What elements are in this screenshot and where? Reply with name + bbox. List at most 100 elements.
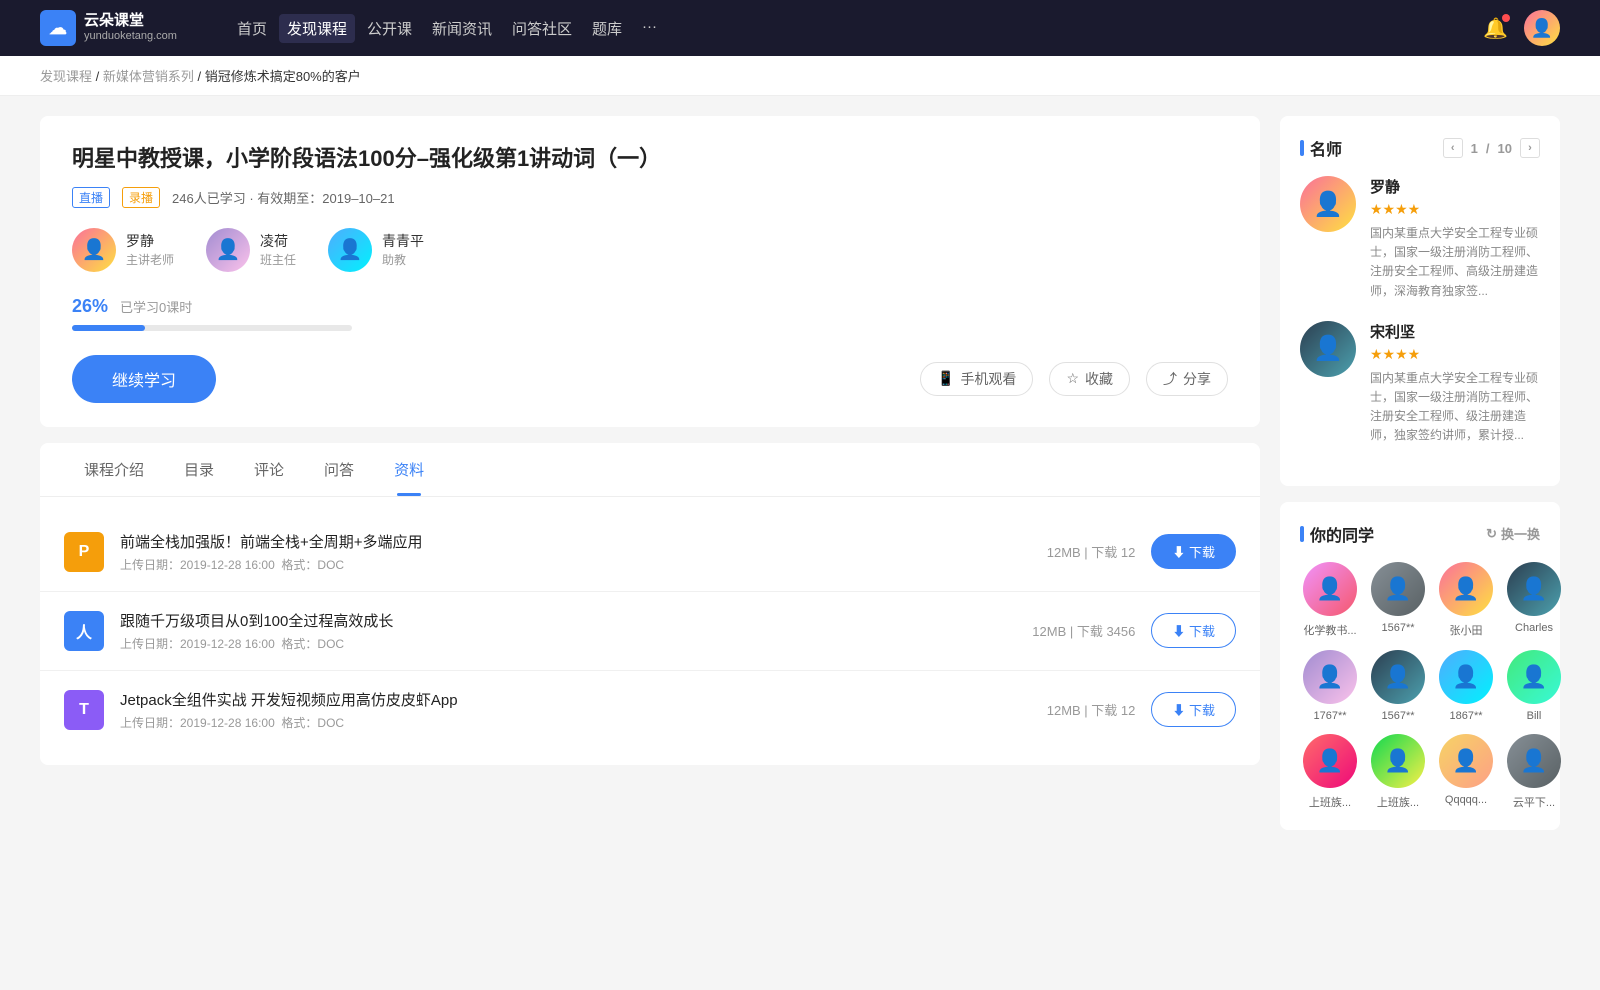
tab-评论[interactable]: 评论 (234, 443, 304, 496)
progress-label: 26% 已学习0课时 (72, 296, 1228, 317)
progress-bar-fill (72, 325, 145, 331)
classmate-item-0[interactable]: 👤 化学教书... (1300, 562, 1360, 638)
next-page-button[interactable]: › (1520, 138, 1540, 158)
sidebar-teacher-name-1: 宋利坚 (1370, 321, 1540, 342)
teacher-role-0: 主讲老师 (126, 251, 174, 268)
share-button[interactable]: ⤴ 分享 (1146, 362, 1228, 396)
classmate-item-8[interactable]: 👤 上班族... (1300, 734, 1360, 810)
nav-item-新闻资讯[interactable]: 新闻资讯 (424, 14, 500, 43)
classmate-item-3[interactable]: 👤 Charles (1504, 562, 1564, 638)
download-button-1[interactable]: ⬇ 下载 (1151, 613, 1236, 648)
refresh-button[interactable]: ↻ 换一换 (1486, 524, 1540, 543)
classmate-item-2[interactable]: 👤 张小田 (1436, 562, 1496, 638)
nav-item-···[interactable]: ··· (634, 14, 665, 43)
file-stats-2: 12MB | 下载 12 (1047, 700, 1136, 719)
sidebar-teacher-avatar-1: 👤 (1300, 321, 1356, 377)
file-icon-2: T (64, 690, 104, 730)
main-container: 明星中教授课，小学阶段语法100分–强化级第1讲动词（一） 直播 录播 246人… (0, 96, 1600, 866)
tabs-header: 课程介绍目录评论问答资料 (40, 443, 1260, 497)
classmate-name-0: 化学教书... (1300, 622, 1360, 638)
classmate-item-5[interactable]: 👤 1567** (1368, 650, 1428, 722)
file-meta-1: 上传日期：2019-12-28 16:00 格式：DOC (120, 635, 1016, 652)
breadcrumb-link-0[interactable]: 发现课程 (40, 69, 92, 84)
classmate-item-9[interactable]: 👤 上班族... (1368, 734, 1428, 810)
teachers-list: 👤 罗静 主讲老师 👤 凌荷 班主任 👤 青青平 助教 (72, 228, 1228, 272)
nav-item-发现课程[interactable]: 发现课程 (279, 14, 355, 43)
logo[interactable]: ☁ 云朵课堂 yunduoketang.com (40, 10, 177, 46)
classmate-item-11[interactable]: 👤 云平下... (1504, 734, 1564, 810)
tab-目录[interactable]: 目录 (164, 443, 234, 496)
progress-section: 26% 已学习0课时 (72, 296, 1228, 331)
user-avatar[interactable]: 👤 (1524, 10, 1560, 46)
classmate-avatar-6: 👤 (1439, 650, 1493, 704)
tabs-card: 课程介绍目录评论问答资料 P 前端全栈加强版！前端全栈+全周期+多端应用 上传日… (40, 443, 1260, 765)
download-button-0[interactable]: ⬇ 下载 (1151, 534, 1236, 569)
classmate-item-6[interactable]: 👤 1867** (1436, 650, 1496, 722)
sidebar-teacher-stars-1: ★★★★ (1370, 346, 1540, 363)
mobile-watch-button[interactable]: 📱 手机观看 (920, 362, 1033, 396)
classmate-avatar-4: 👤 (1303, 650, 1357, 704)
file-item-1: 人 跟随千万级项目从0到100全过程高效成长 上传日期：2019-12-28 1… (40, 592, 1260, 671)
file-info-1: 跟随千万级项目从0到100全过程高效成长 上传日期：2019-12-28 16:… (120, 610, 1016, 652)
classmate-name-1: 1567** (1368, 622, 1428, 634)
sidebar-teacher-item-1: 👤 宋利坚 ★★★★ 国内某重点大学安全工程专业硕士，国家一级注册消防工程师、注… (1300, 321, 1540, 446)
badge-record: 录播 (122, 187, 160, 208)
classmate-name-8: 上班族... (1300, 794, 1360, 810)
teacher-item-2: 👤 青青平 助教 (328, 228, 424, 272)
file-name-0: 前端全栈加强版！前端全栈+全周期+多端应用 (120, 531, 1031, 552)
nav-item-公开课[interactable]: 公开课 (359, 14, 420, 43)
download-button-2[interactable]: ⬇ 下载 (1151, 692, 1236, 727)
classmate-item-7[interactable]: 👤 Bill (1504, 650, 1564, 722)
tab-问答[interactable]: 问答 (304, 443, 374, 496)
tab-课程介绍[interactable]: 课程介绍 (64, 443, 164, 496)
breadcrumb-separator: / (92, 69, 103, 84)
prev-page-button[interactable]: ‹ (1443, 138, 1463, 158)
breadcrumb: 发现课程 / 新媒体营销系列 / 销冠修炼术搞定80%的客户 (0, 56, 1600, 96)
classmate-avatar-11: 👤 (1507, 734, 1561, 788)
nav-item-首页[interactable]: 首页 (229, 14, 275, 43)
refresh-classmates: ↻ 换一换 (1486, 524, 1540, 543)
classmate-item-4[interactable]: 👤 1767** (1300, 650, 1360, 722)
action-buttons: 📱 手机观看 ☆ 收藏 ⤴ 分享 (920, 362, 1228, 396)
classmate-item-1[interactable]: 👤 1567** (1368, 562, 1428, 638)
sidebar-teacher-stars-0: ★★★★ (1370, 201, 1540, 218)
course-meta: 直播 录播 246人已学习 · 有效期至：2019–10–21 (72, 187, 1228, 208)
teacher-role-1: 班主任 (260, 251, 296, 268)
progress-sub: 已学习0课时 (120, 297, 192, 316)
mobile-icon: 📱 (937, 370, 954, 387)
breadcrumb-separator: / (194, 69, 205, 84)
notification-bell[interactable]: 🔔 (1483, 16, 1508, 41)
file-name-2: Jetpack全组件实战 开发短视频应用高仿皮皮虾App (120, 689, 1031, 710)
teacher-info-0: 罗静 主讲老师 (126, 231, 174, 268)
teacher-role-2: 助教 (382, 251, 424, 268)
progress-bar-bg (72, 325, 352, 331)
badge-live: 直播 (72, 187, 110, 208)
classmate-item-10[interactable]: 👤 Qqqqq... (1436, 734, 1496, 810)
file-icon-1: 人 (64, 611, 104, 651)
classmate-name-10: Qqqqq... (1436, 794, 1496, 806)
breadcrumb-link-1[interactable]: 新媒体营销系列 (103, 69, 194, 84)
teacher-name-2: 青青平 (382, 231, 424, 251)
classmate-name-11: 云平下... (1504, 794, 1564, 810)
classmates-grid: 👤 化学教书... 👤 1567** 👤 张小田 👤 Charles 👤 176… (1300, 562, 1540, 810)
classmate-avatar-3: 👤 (1507, 562, 1561, 616)
navigation: ☁ 云朵课堂 yunduoketang.com 首页发现课程公开课新闻资讯问答社… (0, 0, 1600, 56)
notification-dot (1502, 14, 1510, 22)
continue-study-button[interactable]: 继续学习 (72, 355, 216, 403)
classmate-name-7: Bill (1504, 710, 1564, 722)
nav-item-题库[interactable]: 题库 (584, 14, 630, 43)
teacher-avatar-1: 👤 (206, 228, 250, 272)
collect-button[interactable]: ☆ 收藏 (1049, 362, 1130, 396)
teacher-avatar-2: 👤 (328, 228, 372, 272)
classmate-name-2: 张小田 (1436, 622, 1496, 638)
teacher-avatar-0: 👤 (72, 228, 116, 272)
refresh-icon: ↻ (1486, 526, 1497, 542)
teacher-item-0: 👤 罗静 主讲老师 (72, 228, 174, 272)
classmate-avatar-2: 👤 (1439, 562, 1493, 616)
classmate-name-6: 1867** (1436, 710, 1496, 722)
nav-item-问答社区[interactable]: 问答社区 (504, 14, 580, 43)
classmate-name-5: 1567** (1368, 710, 1428, 722)
nav-right: 🔔 👤 (1483, 10, 1560, 46)
tab-资料[interactable]: 资料 (374, 443, 444, 496)
classmates-sidebar-title: 你的同学 ↻ 换一换 (1300, 522, 1540, 546)
